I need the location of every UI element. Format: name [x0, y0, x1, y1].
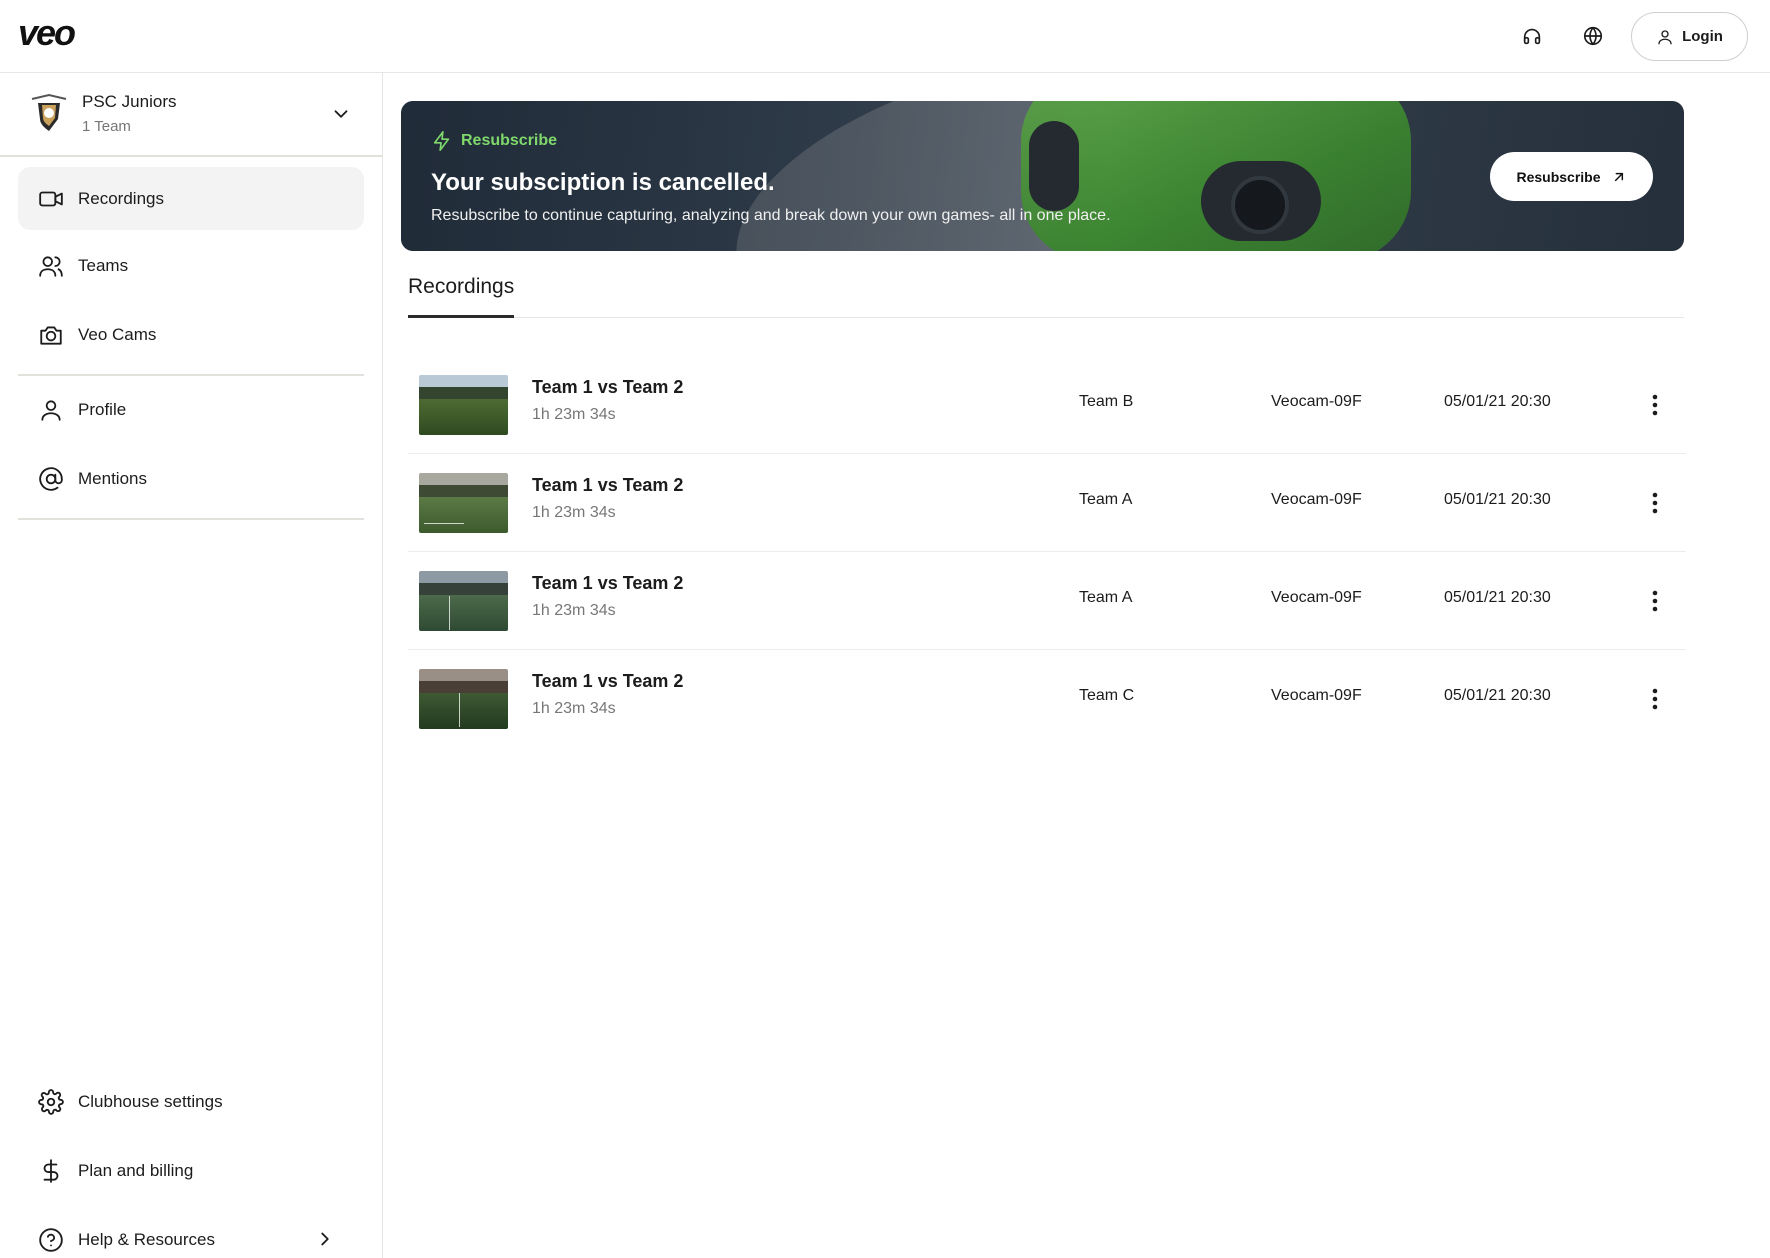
recording-team: Team A	[1079, 491, 1133, 508]
users-icon	[38, 253, 64, 279]
sidebar-item-label: Veo Cams	[78, 324, 157, 344]
resubscribe-banner: Resubscribe Your subsciption is cancelle…	[401, 101, 1684, 251]
user-icon	[1658, 29, 1672, 44]
chevron-down-icon[interactable]	[330, 103, 352, 125]
recording-thumbnail[interactable]	[419, 571, 508, 631]
sidebar-divider	[18, 374, 364, 376]
banner-tag-label: Resubscribe	[461, 132, 558, 149]
more-options-icon[interactable]	[1640, 483, 1670, 523]
sidebar-item-label: Teams	[78, 255, 129, 275]
recording-duration: 1h 23m 34s	[532, 602, 616, 619]
recording-camera: Veocam-09F	[1271, 589, 1362, 606]
recordings-tabs: Recordings	[408, 272, 1684, 318]
sidebar-item-plan-billing[interactable]: Plan and billing	[18, 1139, 364, 1202]
recording-title[interactable]: Team 1 vs Team 2	[532, 671, 683, 692]
recording-duration: 1h 23m 34s	[532, 504, 616, 521]
recording-team: Team C	[1079, 687, 1135, 704]
sidebar-item-recordings[interactable]: Recordings	[18, 167, 364, 230]
recording-date: 05/01/21 20:30	[1444, 393, 1551, 410]
help-circle-icon	[38, 1227, 64, 1253]
login-label: Login	[1682, 28, 1723, 45]
recording-title[interactable]: Team 1 vs Team 2	[532, 475, 683, 496]
lightning-icon	[433, 131, 450, 151]
recording-duration: 1h 23m 34s	[532, 406, 616, 423]
sidebar-item-label: Profile	[78, 399, 127, 419]
recording-team: Team B	[1079, 393, 1134, 410]
sidebar-item-label: Recordings	[78, 188, 164, 208]
recording-date: 05/01/21 20:30	[1444, 491, 1551, 508]
arrow-up-right-icon	[1614, 172, 1623, 181]
at-sign-icon	[38, 466, 64, 492]
recording-camera: Veocam-09F	[1271, 393, 1362, 410]
more-options-icon[interactable]	[1640, 385, 1670, 425]
sidebar-item-mentions[interactable]: Mentions	[18, 447, 364, 510]
more-options-icon[interactable]	[1640, 679, 1670, 719]
table-row[interactable]: Team 1 vs Team 2 1h 23m 34s Team A Veoca…	[408, 552, 1686, 650]
more-options-icon[interactable]	[1640, 581, 1670, 621]
sidebar-item-label: Clubhouse settings	[78, 1091, 223, 1111]
sidebar-item-label: Help & Resources	[78, 1229, 216, 1249]
chevron-right-icon	[321, 1232, 329, 1246]
club-team-count: 1 Team	[82, 118, 131, 135]
gear-icon	[38, 1088, 64, 1115]
veo-logo[interactable]: veo	[18, 12, 76, 54]
club-switcher[interactable]: PSC Juniors 1 Team	[0, 73, 382, 157]
recording-thumbnail[interactable]	[419, 375, 508, 435]
club-crest-icon	[31, 93, 67, 131]
headphones-icon[interactable]	[1514, 18, 1550, 54]
sidebar-item-teams[interactable]: Teams	[18, 234, 364, 297]
table-row[interactable]: Team 1 vs Team 2 1h 23m 34s Team B Veoca…	[408, 356, 1686, 454]
tab-recordings[interactable]: Recordings	[408, 272, 515, 318]
recording-date: 05/01/21 20:30	[1444, 589, 1551, 606]
banner-tag: Resubscribe	[431, 130, 557, 152]
sidebar-divider	[18, 518, 364, 520]
recording-thumbnail[interactable]	[419, 473, 508, 533]
sidebar-item-clubhouse-settings[interactable]: Clubhouse settings	[18, 1070, 364, 1133]
table-row[interactable]: Team 1 vs Team 2 1h 23m 34s Team A Veoca…	[408, 454, 1686, 552]
recording-team: Team A	[1079, 589, 1133, 606]
recording-title[interactable]: Team 1 vs Team 2	[532, 573, 683, 594]
recording-date: 05/01/21 20:30	[1444, 687, 1551, 704]
recording-title[interactable]: Team 1 vs Team 2	[532, 377, 683, 398]
sidebar-item-profile[interactable]: Profile	[18, 378, 364, 441]
recording-thumbnail[interactable]	[419, 669, 508, 729]
sidebar-item-label: Mentions	[78, 468, 147, 488]
video-camera-icon	[38, 186, 64, 212]
recording-duration: 1h 23m 34s	[532, 700, 616, 717]
dollar-icon	[38, 1158, 64, 1184]
sidebar-item-veo-cams[interactable]: Veo Cams	[18, 303, 364, 366]
sidebar-item-label: Plan and billing	[78, 1160, 194, 1180]
club-name: PSC Juniors	[82, 92, 177, 111]
table-row[interactable]: Team 1 vs Team 2 1h 23m 34s Team C Veoca…	[408, 650, 1686, 748]
login-button[interactable]: Login	[1631, 12, 1748, 61]
camera-icon	[38, 322, 64, 348]
globe-icon[interactable]	[1575, 18, 1611, 54]
recording-camera: Veocam-09F	[1271, 491, 1362, 508]
sidebar: PSC Juniors 1 Team Recordings Teams Veo …	[0, 73, 383, 1258]
resubscribe-button[interactable]: Resubscribe	[1490, 152, 1653, 201]
user-icon	[38, 397, 64, 423]
resubscribe-button-label: Resubscribe	[1516, 168, 1601, 185]
recording-camera: Veocam-09F	[1271, 687, 1362, 704]
banner-text: Resubscribe to continue capturing, analy…	[431, 207, 1111, 224]
banner-title: Your subsciption is cancelled.	[431, 169, 775, 196]
sidebar-item-help-resources[interactable]: Help & Resources	[18, 1208, 364, 1258]
top-bar: veo Login	[0, 0, 1770, 73]
